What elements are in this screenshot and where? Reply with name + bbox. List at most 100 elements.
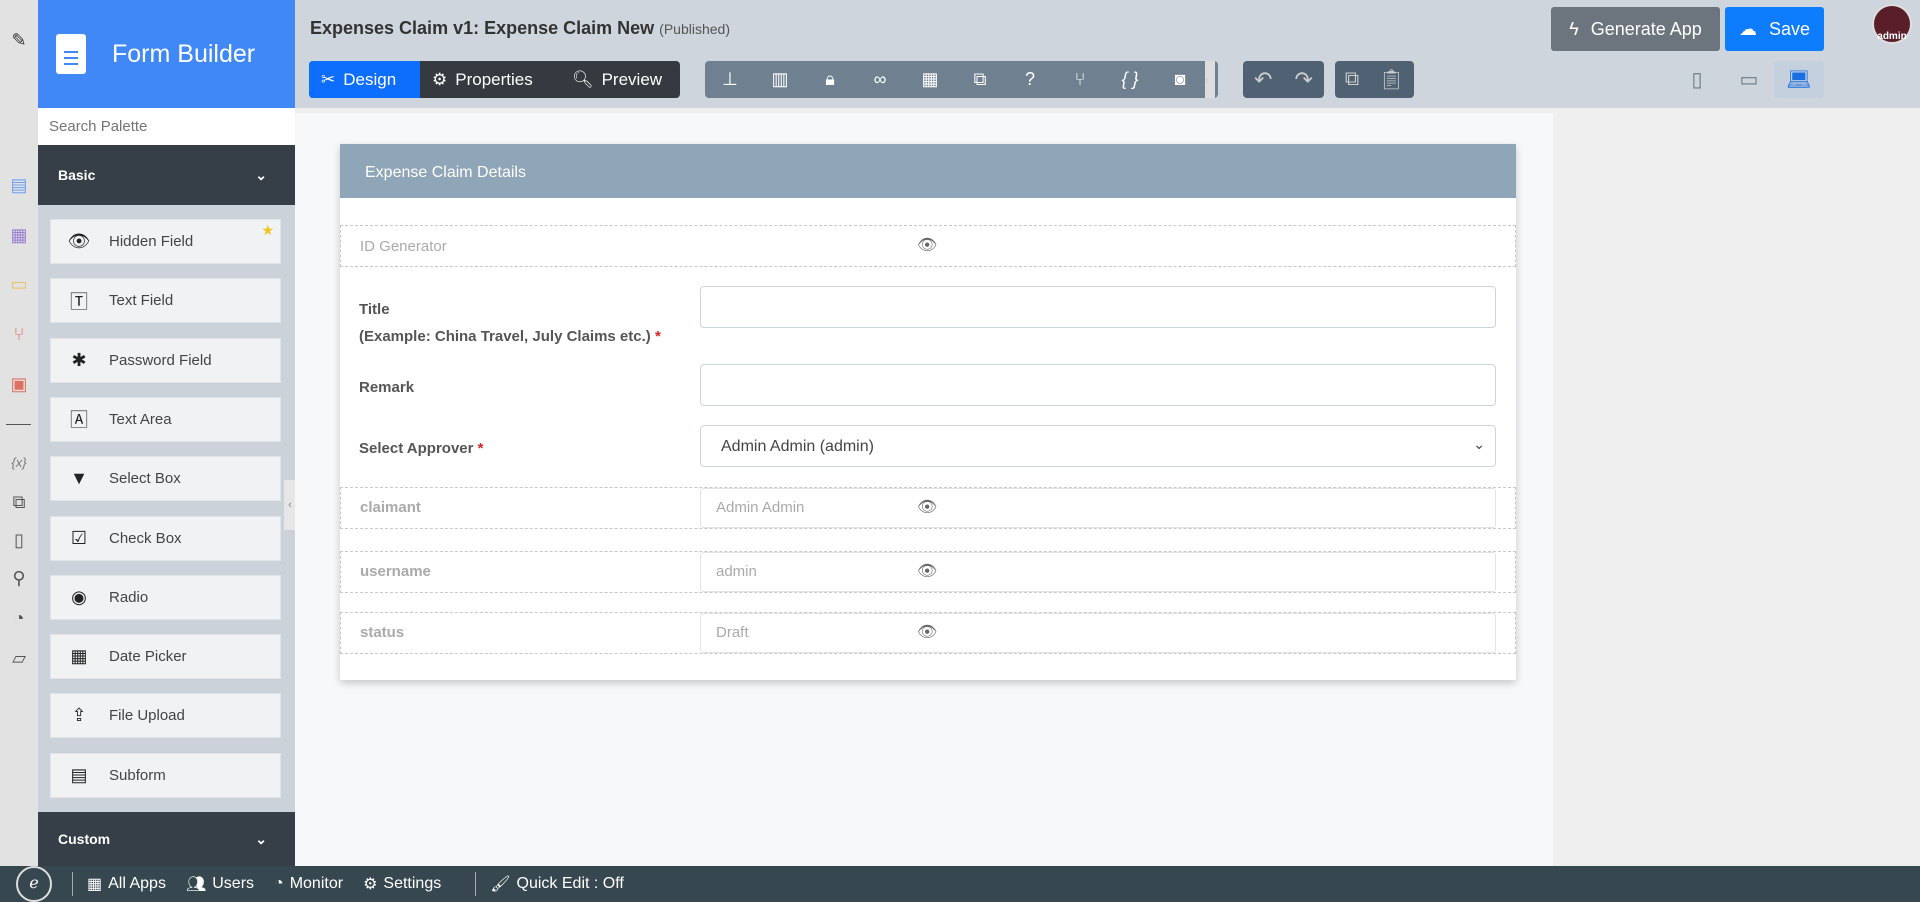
redo-icon[interactable]: ↷	[1295, 67, 1313, 93]
radio-icon: ◉	[71, 586, 87, 607]
hidden-field-value: Admin Admin	[700, 488, 1496, 528]
palette-item[interactable]: ▼ Select Box	[50, 456, 281, 502]
section-icon[interactable]: ▥	[755, 69, 805, 90]
tab-properties[interactable]: ⚙ Properties	[420, 61, 560, 98]
palette-item-label: Select Box	[109, 470, 181, 488]
palette-item-label: Subform	[109, 766, 166, 784]
mode-tabs: ✂ Design ⚙ Properties 🔍︎ Preview	[309, 61, 680, 98]
palette-item[interactable]: 👁︎ Hidden Field ★	[50, 219, 281, 264]
palette-item[interactable]: 🅃 Text Field	[50, 278, 281, 324]
chevron-down-icon: ⌄	[1473, 436, 1485, 452]
design-icon: ✂	[321, 69, 336, 89]
logo-icon[interactable]: ℯ	[16, 866, 52, 902]
palette-item-label: Date Picker	[109, 648, 187, 666]
section-title[interactable]: Expense Claim Details	[340, 144, 1516, 198]
edit-icon[interactable]: ✎	[7, 28, 31, 52]
translate-icon[interactable]: ⧉	[7, 490, 31, 514]
palette-item-label: Radio	[109, 588, 149, 606]
palette-item[interactable]: ▦ Date Picker	[50, 634, 281, 680]
palette-item[interactable]: ☑ Check Box	[50, 515, 281, 561]
hidden-field-row[interactable]: username admin 👁︎	[340, 551, 1516, 593]
clipboard-group: ⧉ 📋︎	[1335, 61, 1414, 98]
tab-preview[interactable]: 🔍︎ Preview	[560, 61, 674, 98]
avatar[interactable]: admin	[1872, 4, 1912, 44]
section-custom[interactable]: Custom ⌄	[38, 812, 295, 866]
tree-icon[interactable]: ⊥	[705, 69, 755, 90]
paste-icon[interactable]: 📋︎	[1379, 67, 1404, 92]
field-label: status	[360, 624, 405, 641]
palette-item[interactable]: ▤ Subform	[50, 752, 281, 798]
laptop-icon: 💻︎	[1786, 69, 1812, 91]
braces-icon[interactable]: { }	[1105, 69, 1155, 90]
hidden-field-row[interactable]: claimant Admin Admin 👁︎	[340, 487, 1516, 529]
help-icon[interactable]: ?	[1005, 69, 1055, 90]
userview-icon[interactable]: ▭	[7, 272, 31, 296]
scroll-icon[interactable]: ▱	[7, 646, 31, 670]
variables-icon[interactable]: {x}	[7, 450, 31, 474]
palette-item[interactable]: ⇪ File Upload	[50, 693, 281, 739]
users-link[interactable]: 👥︎ Users	[186, 874, 254, 894]
translate-icon[interactable]: ⧉	[955, 69, 1005, 90]
pdf-icon[interactable]: ▣	[7, 372, 31, 396]
tab-label: Properties	[455, 69, 533, 89]
title-input[interactable]	[700, 286, 1496, 328]
save-button[interactable]: ☁ Save	[1725, 7, 1824, 51]
hidden-field-row[interactable]: status Draft 👁︎	[340, 612, 1516, 654]
avatar-label: admin	[1877, 31, 1907, 42]
brush-icon: 🖌︎	[490, 876, 511, 893]
phone-icon: ▯	[1691, 69, 1703, 91]
section-basic[interactable]: Basic ⌄	[38, 145, 295, 205]
button-label: Save	[1768, 18, 1811, 39]
palette-item-label: Password Field	[109, 351, 212, 369]
desktop-view-button[interactable]: 💻︎	[1774, 61, 1824, 98]
grid-icon[interactable]: ▦	[905, 69, 955, 90]
grid-icon: ▦	[87, 876, 103, 893]
undo-icon[interactable]: ↶	[1254, 67, 1272, 93]
palette-body: Basic ⌄ 👁︎ Hidden Field ★ 🅃 Text Field ✱ Passwo…	[38, 145, 295, 866]
checkbox-icon: ☑	[70, 527, 88, 548]
process-icon[interactable]: ⑂	[7, 322, 31, 346]
settings-link[interactable]: ⚙ Settings	[363, 874, 441, 894]
link-label: Users	[212, 875, 255, 892]
eye-slash-icon: 👁︎	[917, 624, 938, 641]
all-apps-link[interactable]: ▦ All Apps	[87, 874, 166, 894]
lock-icon[interactable]: 🔒︎	[805, 69, 855, 90]
field-label: username	[360, 563, 431, 580]
form-title: Expenses Claim v1: Expense Claim New (Pu…	[310, 18, 730, 38]
publish-status: (Published)	[659, 21, 730, 37]
star-icon[interactable]: ★	[261, 222, 274, 239]
tab-label: Preview	[601, 69, 663, 89]
generate-app-button[interactable]: ϟ Generate App	[1551, 7, 1720, 51]
title-label: Title (Example: China Travel, July Claims…	[359, 301, 661, 345]
tab-design[interactable]: ✂ Design	[309, 61, 420, 98]
tab-label: Design	[343, 69, 397, 89]
binoculars-icon[interactable]: ∞	[855, 69, 905, 90]
remark-input[interactable]	[700, 364, 1496, 406]
palette-item-label: Text Field	[109, 292, 174, 310]
scroll-right-icon[interactable]: ›	[1205, 61, 1215, 98]
file-icon[interactable]: ▯	[7, 528, 31, 552]
branch-icon[interactable]: ⑂	[1055, 69, 1105, 90]
tool-bar: ⊥ ▥ 🔒︎ ∞ ▦ ⧉ ? ⑂ { } ◙ ›	[705, 61, 1218, 98]
tablet-view-button[interactable]: ▭	[1724, 61, 1774, 98]
id-generator-field[interactable]: ID Generator 👁︎	[340, 225, 1516, 267]
form-icon[interactable]: ▤	[7, 173, 31, 197]
quick-edit-toggle[interactable]: 🖌︎ Quick Edit : Off	[490, 874, 624, 894]
eye-slash-icon: 👁︎	[917, 237, 938, 254]
gauge-icon[interactable]: ◔	[7, 606, 31, 630]
calendar-icon: ▦	[70, 646, 88, 667]
datalist-icon[interactable]: ▦	[7, 223, 31, 247]
camera-icon[interactable]: ◙	[1155, 69, 1205, 90]
link-label: Monitor	[289, 875, 344, 892]
copy-icon[interactable]: ⧉	[1345, 68, 1359, 91]
mobile-view-button[interactable]: ▯	[1672, 61, 1722, 98]
palette-item[interactable]: ✱ Password Field	[50, 337, 281, 383]
eye-slash-icon: 👁︎	[917, 499, 938, 516]
approver-select[interactable]: Admin Admin (admin) ⌄	[700, 425, 1496, 467]
search-palette-input[interactable]	[38, 108, 295, 145]
palette-item[interactable]: 🄰 Text Area	[50, 396, 281, 442]
preview-icon: 🔍︎	[572, 69, 594, 89]
plugin-icon[interactable]: ⚲	[7, 566, 31, 590]
monitor-link[interactable]: ◔ Monitor	[274, 875, 343, 893]
palette-item[interactable]: ◉ Radio	[50, 574, 281, 620]
